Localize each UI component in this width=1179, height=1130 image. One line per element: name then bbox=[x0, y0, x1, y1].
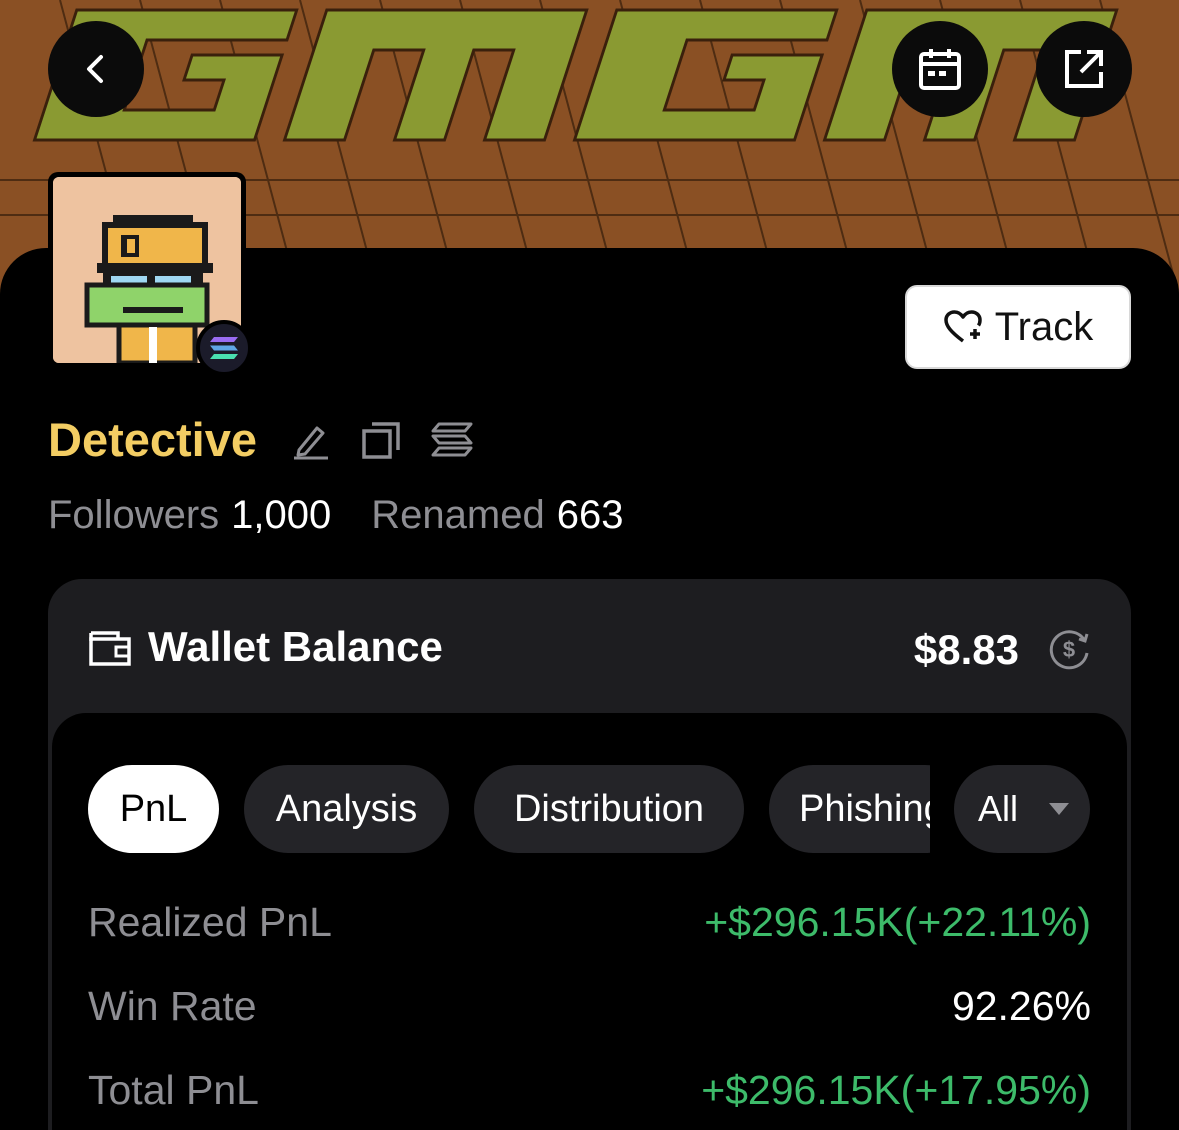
tab-analysis[interactable]: Analysis bbox=[244, 765, 449, 853]
realized-pnl-label: Realized PnL bbox=[88, 899, 332, 945]
share-button[interactable] bbox=[1036, 21, 1132, 117]
profile-stats: Followers 1,000 Renamed 663 bbox=[48, 493, 623, 538]
total-pnl-value: +$296.15K(+17.95%) bbox=[701, 1067, 1091, 1113]
total-pnl-label: Total PnL bbox=[88, 1067, 259, 1113]
realized-pnl-row: Realized PnL +$296.15K(+22.11%) bbox=[88, 899, 1091, 946]
wallet-balance-label: Wallet Balance bbox=[148, 623, 443, 670]
copy-icon bbox=[362, 421, 400, 459]
caret-down-icon bbox=[1049, 803, 1070, 815]
profile-name: Detective bbox=[48, 413, 257, 466]
total-pnl-row: Total PnL +$296.15K(+17.95%) bbox=[88, 1067, 1091, 1114]
dollar-refresh-icon: $ bbox=[1049, 630, 1089, 670]
renamed-stat[interactable]: Renamed 663 bbox=[371, 493, 623, 538]
period-select[interactable]: All bbox=[954, 765, 1090, 853]
win-rate-label: Win Rate bbox=[88, 983, 257, 1029]
followers-label: Followers bbox=[48, 493, 220, 537]
copy-address-button[interactable] bbox=[361, 420, 401, 460]
renamed-value: 663 bbox=[556, 493, 624, 537]
heart-plus-icon bbox=[943, 310, 982, 343]
currency-switch-button[interactable]: $ bbox=[1045, 625, 1093, 678]
pnl-section: PnL Analysis Distribution Phishing All R… bbox=[52, 713, 1127, 1130]
tab-distribution[interactable]: Distribution bbox=[474, 765, 744, 853]
solana-badge bbox=[196, 320, 252, 376]
wallet-balance-header: Wallet Balance bbox=[88, 623, 443, 671]
renamed-label: Renamed bbox=[371, 493, 545, 537]
win-rate-row: Win Rate 92.26% bbox=[88, 983, 1091, 1030]
section-tabs: PnL Analysis Distribution Phishing bbox=[88, 765, 930, 853]
tab-pnl[interactable]: PnL bbox=[88, 765, 219, 853]
followers-value: 1,000 bbox=[231, 493, 332, 537]
win-rate-value: 92.26% bbox=[951, 983, 1091, 1029]
wallet-balance-amount: $8.83 bbox=[913, 626, 1019, 673]
wallet-card: Wallet Balance $8.83 $ PnL Analysis Dist… bbox=[48, 579, 1131, 1130]
wallet-icon bbox=[89, 631, 131, 666]
calendar-icon bbox=[919, 49, 961, 90]
solana-explorer-button[interactable] bbox=[431, 420, 473, 460]
svg-text:$: $ bbox=[1063, 637, 1075, 662]
external-link-icon bbox=[1065, 50, 1103, 88]
period-select-value: All bbox=[978, 788, 1019, 829]
pencil-icon bbox=[294, 426, 328, 459]
back-button[interactable] bbox=[48, 21, 144, 117]
realized-pnl-value: +$296.15K(+22.11%) bbox=[704, 899, 1091, 945]
calendar-button[interactable] bbox=[892, 21, 988, 117]
edit-name-button[interactable] bbox=[291, 420, 331, 460]
tab-phishing[interactable]: Phishing bbox=[769, 765, 930, 853]
solscan-icon bbox=[431, 422, 473, 456]
solana-icon bbox=[210, 337, 238, 359]
profile-name-row: Detective bbox=[48, 412, 473, 467]
followers-stat[interactable]: Followers 1,000 bbox=[48, 493, 331, 538]
track-button[interactable]: Track bbox=[905, 285, 1131, 369]
chevron-left-icon bbox=[87, 55, 103, 83]
track-label: Track bbox=[994, 304, 1094, 349]
